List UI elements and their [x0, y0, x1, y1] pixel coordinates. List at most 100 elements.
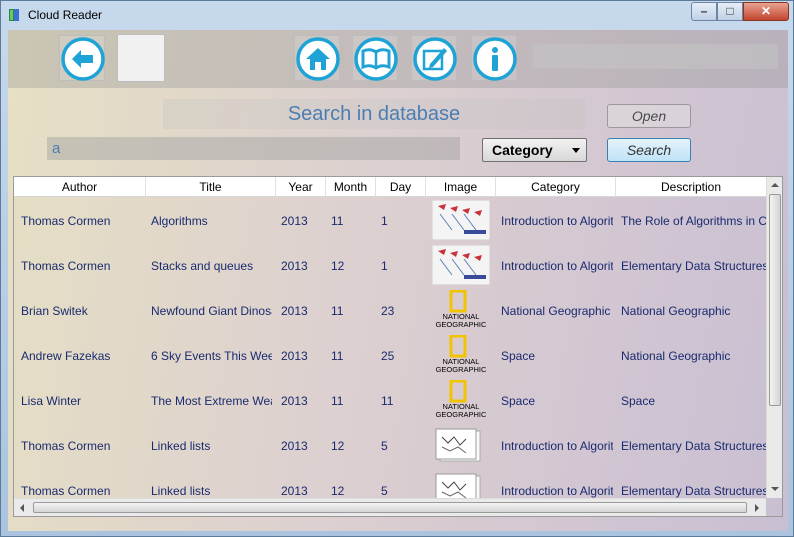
category-select[interactable]: Category [482, 138, 587, 162]
algorithms-cover-thumbnail [432, 245, 490, 285]
info-button[interactable] [471, 35, 517, 81]
scroll-down-icon[interactable] [771, 487, 779, 491]
cell-author: Thomas Cormen [21, 214, 111, 228]
cell-year: 2013 [281, 439, 308, 453]
close-button[interactable]: ✕ [743, 2, 789, 21]
home-button[interactable] [294, 35, 340, 81]
cell-month: 12 [331, 439, 345, 453]
cell-day: 5 [381, 484, 388, 498]
cell-title: 6 Sky Events This Week [151, 349, 272, 363]
back-button[interactable] [59, 35, 105, 81]
app-book-icon [9, 9, 19, 21]
vertical-scroll-thumb[interactable] [769, 194, 781, 406]
column-header-year[interactable]: Year [276, 177, 326, 197]
svg-text:GEOGRAPHIC: GEOGRAPHIC [436, 410, 487, 419]
title-bar[interactable]: Cloud Reader – □ ✕ [1, 1, 793, 29]
cell-day: 23 [381, 304, 395, 318]
cell-description: Elementary Data Structures [621, 259, 766, 273]
cell-author: Thomas Cormen [21, 259, 111, 273]
maximize-button[interactable]: □ [717, 2, 743, 21]
cell-day: 25 [381, 349, 395, 363]
vertical-scrollbar[interactable] [766, 177, 782, 498]
column-header-category[interactable]: Category [496, 177, 616, 197]
cell-title: Stacks and queues [151, 259, 254, 273]
table-header: Author Title Year Month Day Image Catego… [14, 177, 766, 197]
cell-description: Space [621, 394, 656, 408]
column-header-image[interactable]: Image [426, 177, 496, 197]
cell-year: 2013 [281, 214, 308, 228]
cell-month: 12 [331, 484, 345, 498]
cell-author: Thomas Cormen [21, 439, 111, 453]
cell-year: 2013 [281, 304, 308, 318]
table-row[interactable]: Thomas Cormen Stacks and queues 2013 12 1 Int… [14, 243, 766, 288]
column-header-day[interactable]: Day [376, 177, 426, 197]
open-button[interactable]: Open [607, 104, 691, 128]
cell-category: Introduction to Algorithms [501, 259, 613, 273]
cell-title: Linked lists [151, 439, 211, 453]
cell-month: 11 [331, 304, 344, 318]
table-row[interactable]: Thomas Cormen Algorithms 2013 11 1 Introducti… [14, 198, 766, 243]
cell-category: Space [501, 394, 536, 408]
table-row[interactable]: Andrew Fazekas 6 Sky Events This Week 2013… [14, 333, 766, 378]
column-header-title[interactable]: Title [146, 177, 276, 197]
scroll-up-icon[interactable] [771, 183, 779, 187]
minimize-icon: – [700, 4, 708, 18]
chevron-down-icon [572, 148, 580, 153]
search-button[interactable]: Search [607, 138, 691, 162]
horizontal-scroll-thumb[interactable] [33, 502, 747, 513]
cell-day: 1 [381, 214, 388, 228]
cell-description: National Geographic [621, 304, 731, 318]
cell-author: Andrew Fazekas [21, 349, 111, 363]
national-geographic-logo-thumbnail: NATIONALGEOGRAPHIC [436, 290, 487, 329]
scroll-left-icon[interactable] [20, 504, 24, 512]
maximize-icon: □ [726, 4, 734, 18]
toolbar [8, 30, 788, 88]
close-icon: ✕ [760, 4, 772, 18]
app-window: Cloud Reader – □ ✕ Search in database a … [0, 0, 794, 537]
cell-title: Newfound Giant Dinosaur [151, 304, 272, 318]
cell-description: National Geographic [621, 349, 731, 363]
cell-year: 2013 [281, 349, 308, 363]
cell-year: 2013 [281, 394, 308, 408]
svg-text:GEOGRAPHIC: GEOGRAPHIC [436, 365, 487, 374]
top-text-field[interactable] [532, 44, 778, 69]
column-header-month[interactable]: Month [326, 177, 376, 197]
home-icon [296, 37, 340, 81]
linked-list-page-thumbnail [435, 428, 481, 462]
open-book-icon [354, 37, 398, 81]
minimize-button[interactable]: – [691, 2, 717, 21]
cell-month: 11 [331, 394, 344, 408]
svg-text:GEOGRAPHIC: GEOGRAPHIC [436, 320, 487, 329]
read-button[interactable] [352, 35, 398, 81]
column-header-author[interactable]: Author [14, 177, 146, 197]
cell-year: 2013 [281, 484, 308, 498]
cell-month: 11 [331, 349, 344, 363]
arrow-left-circle-icon [61, 37, 105, 81]
results-table: Author Title Year Month Day Image Catego… [13, 176, 783, 517]
cell-author: Thomas Cormen [21, 484, 111, 498]
cell-day: 1 [381, 259, 388, 273]
cell-title: Algorithms [151, 214, 208, 228]
cell-day: 11 [381, 394, 394, 408]
thumbnail-button[interactable] [117, 34, 165, 82]
national-geographic-logo-thumbnail: NATIONALGEOGRAPHIC [436, 380, 487, 419]
horizontal-scrollbar[interactable] [14, 498, 766, 516]
category-select-label: Category [492, 142, 553, 158]
window-title: Cloud Reader [28, 8, 103, 22]
cell-description: Elementary Data Structures [621, 439, 766, 453]
cell-month: 12 [331, 259, 345, 273]
cell-day: 5 [381, 439, 388, 453]
cell-author: Brian Switek [21, 304, 88, 318]
scroll-right-icon[interactable] [755, 504, 759, 512]
cell-month: 11 [331, 214, 344, 228]
cell-description: The Role of Algorithms in Computing [621, 214, 766, 228]
edit-button[interactable] [411, 35, 457, 81]
search-input[interactable]: a [47, 137, 460, 160]
cell-category: Introduction to Algorithms [501, 439, 613, 453]
table-row[interactable]: Thomas Cormen Linked lists 2013 12 5 Introduc… [14, 423, 766, 468]
national-geographic-logo-thumbnail: NATIONALGEOGRAPHIC [436, 335, 487, 374]
column-header-description[interactable]: Description [616, 177, 766, 197]
table-row[interactable]: Lisa Winter The Most Extreme Weather 2013 1… [14, 378, 766, 423]
table-row[interactable]: Brian Switek Newfound Giant Dinosaur 2013 1… [14, 288, 766, 333]
cell-category: National Geographic [501, 304, 611, 318]
